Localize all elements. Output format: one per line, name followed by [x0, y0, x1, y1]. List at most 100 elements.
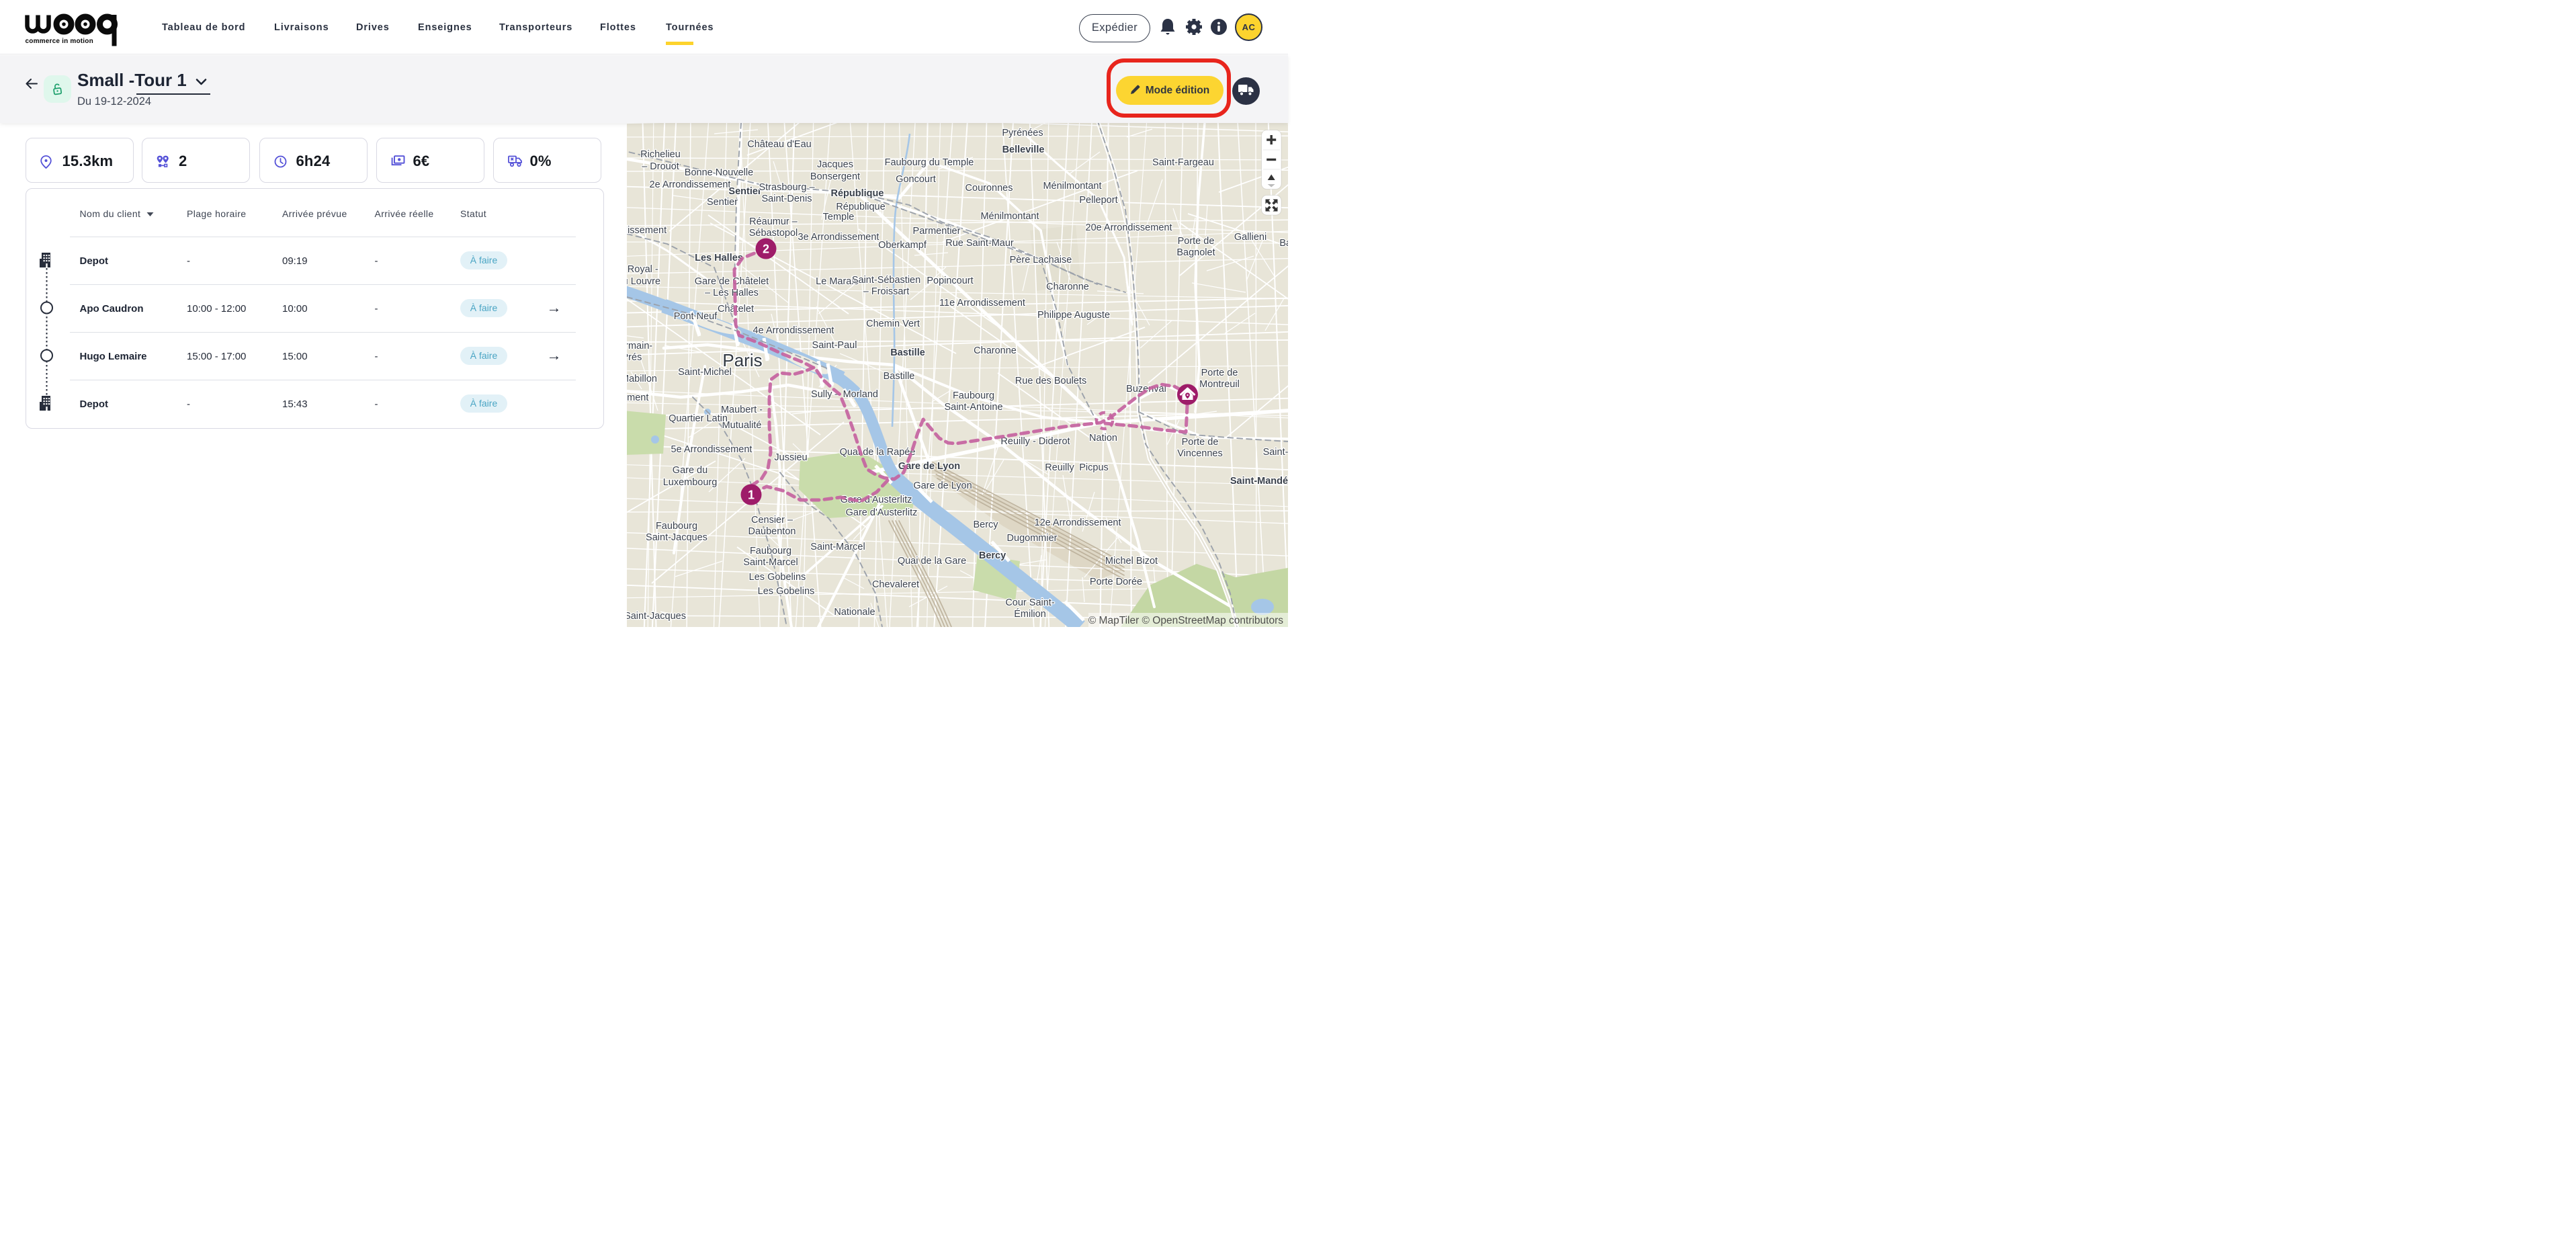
svg-text:Mabillon: Mabillon [627, 374, 657, 384]
svg-text:Saint-Marcel: Saint-Marcel [810, 542, 865, 552]
svg-text:Gallieni: Gallieni [1234, 232, 1266, 243]
svg-text:Porte de: Porte de [1201, 368, 1238, 378]
svg-text:Oberkampf: Oberkampf [878, 240, 927, 251]
svg-text:Montreuil: Montreuil [1199, 379, 1240, 390]
svg-text:Porte de: Porte de [1182, 437, 1219, 448]
svg-text:Saint-Paul: Saint-Paul [812, 340, 857, 351]
svg-text:Buzenval: Buzenval [1126, 384, 1166, 394]
svg-text:Mutualité: Mutualité [722, 420, 762, 431]
svg-text:Paris: Paris [722, 350, 762, 370]
svg-text:Chevaleret: Chevaleret [872, 579, 919, 590]
svg-text:Quai de la Gare: Quai de la Gare [898, 556, 966, 567]
svg-text:Sébastopol: Sébastopol [749, 228, 798, 239]
svg-text:Luxembourg: Luxembourg [663, 477, 718, 488]
svg-text:Les Gobelins: Les Gobelins [749, 572, 806, 583]
svg-text:Saint-Fargeau: Saint-Fargeau [1152, 157, 1214, 168]
svg-text:République: République [836, 202, 885, 212]
svg-text:Château d'Eau: Château d'Eau [747, 139, 811, 150]
svg-text:Rue des Boulets: Rue des Boulets [1015, 376, 1086, 386]
svg-text:Philippe Auguste: Philippe Auguste [1037, 310, 1110, 321]
svg-text:Gare de Lyon: Gare de Lyon [913, 480, 972, 491]
svg-text:11e Arrondissement: 11e Arrondissement [939, 298, 1025, 308]
svg-text:Ménilmontant: Ménilmontant [1043, 181, 1101, 192]
svg-text:Saint-Antoine: Saint-Antoine [944, 402, 1002, 413]
svg-text:Saint-Sébastien: Saint-Sébastien [852, 275, 920, 286]
svg-text:Saint-Mar: Saint-Mar [1263, 447, 1288, 458]
svg-text:Germain-: Germain- [627, 341, 652, 351]
svg-text:Pelleport: Pelleport [1079, 195, 1117, 206]
svg-text:Bastille: Bastille [884, 371, 915, 382]
svg-text:Les Halles: Les Halles [695, 253, 743, 263]
svg-text:Nation: Nation [1089, 433, 1117, 444]
svg-text:Pont Neuf: Pont Neuf [674, 311, 718, 322]
svg-text:Bercy: Bercy [979, 550, 1006, 561]
svg-text:Bastille: Bastille [890, 347, 925, 358]
svg-text:12e Arrondissement: 12e Arrondissement [1035, 517, 1121, 528]
svg-text:ssement: ssement [627, 392, 648, 403]
svg-text:Saint-Jacques: Saint-Jacques [627, 611, 686, 622]
svg-text:Quai de la Rapée: Quai de la Rapée [840, 447, 916, 458]
svg-text:Porte de: Porte de [1178, 236, 1215, 247]
svg-text:Nationale: Nationale [834, 607, 875, 618]
svg-text:Saint-Marcel: Saint-Marcel [743, 557, 798, 568]
svg-text:Saint-Denis: Saint-Denis [762, 194, 812, 204]
svg-text:Dugommier: Dugommier [1007, 533, 1058, 544]
svg-text:Bonne Nouvelle: Bonne Nouvelle [685, 167, 753, 178]
svg-text:3e Arrondissement: 3e Arrondissement [798, 232, 879, 243]
svg-text:Bagnolet: Bagnolet [1279, 238, 1288, 249]
svg-text:Reuilly: Reuilly [1045, 462, 1074, 473]
svg-text:Temple: Temple [823, 212, 855, 222]
svg-text:Faubourg: Faubourg [750, 546, 791, 556]
svg-text:Les Gobelins: Les Gobelins [758, 586, 815, 597]
svg-text:-Prés: -Prés [627, 352, 642, 363]
svg-text:20e Arrondissement: 20e Arrondissement [1086, 222, 1172, 233]
svg-text:1: 1 [748, 489, 755, 502]
svg-text:4e Arrondissement: 4e Arrondissement [753, 325, 834, 336]
svg-text:Popincourt: Popincourt [927, 276, 973, 286]
svg-text:Quartier Latin: Quartier Latin [669, 413, 728, 424]
svg-text:Gare du: Gare du [673, 465, 707, 476]
svg-text:Michel Bizot: Michel Bizot [1105, 556, 1158, 567]
svg-text:Saint-Jacques: Saint-Jacques [646, 532, 707, 543]
svg-text:Parmentier: Parmentier [913, 226, 961, 237]
svg-text:Picpus: Picpus [1079, 462, 1109, 473]
svg-text:Daubenton: Daubenton [748, 526, 796, 537]
svg-text:République: République [831, 188, 884, 199]
svg-text:2e Arrondissement: 2e Arrondissement [650, 179, 731, 190]
svg-text:Strasbourg –: Strasbourg – [759, 182, 815, 193]
svg-text:Palais Royal -: Palais Royal - [627, 264, 658, 275]
svg-text:Bagnolet: Bagnolet [1176, 247, 1215, 258]
svg-text:Richelieu: Richelieu [640, 149, 681, 160]
svg-text:Saint-Mandé: Saint-Mandé [1230, 476, 1288, 487]
svg-text:Jacques: Jacques [817, 159, 853, 170]
svg-text:Rue Saint-Maur: Rue Saint-Maur [945, 238, 1014, 249]
svg-text:Sully – Morland: Sully – Morland [811, 389, 878, 400]
svg-text:Faubourg du Temple: Faubourg du Temple [885, 157, 974, 168]
svg-text:Cour Saint-: Cour Saint- [1005, 597, 1055, 608]
svg-text:ondissement: ondissement [627, 225, 667, 236]
svg-text:– Drouot: – Drouot [642, 161, 679, 172]
svg-text:Sentier: Sentier [707, 197, 738, 208]
svg-text:Musée du Louvre: Musée du Louvre [627, 276, 660, 287]
svg-text:5e Arrondissement: 5e Arrondissement [671, 444, 753, 455]
svg-text:commerce in motion: commerce in motion [26, 38, 93, 45]
svg-text:Réaumur –: Réaumur – [749, 216, 798, 227]
svg-text:Père Lachaise: Père Lachaise [1010, 255, 1072, 265]
svg-text:Pyrénées: Pyrénées [1002, 128, 1043, 138]
svg-text:Gare d'Austerlitz: Gare d'Austerlitz [846, 507, 918, 518]
svg-text:Vincennes: Vincennes [1177, 448, 1222, 459]
svg-text:– Froissart: – Froissart [863, 286, 910, 297]
svg-text:Sentier: Sentier [728, 186, 762, 197]
svg-text:Couronnes: Couronnes [965, 183, 1013, 194]
svg-text:Goncourt: Goncourt [896, 174, 936, 185]
svg-text:Bonsergent: Bonsergent [810, 171, 860, 182]
svg-text:Faubourg: Faubourg [953, 390, 994, 401]
svg-text:Bercy: Bercy [973, 519, 998, 530]
svg-text:Émilion: Émilion [1014, 608, 1046, 620]
svg-text:– Les Halles: – Les Halles [705, 288, 759, 298]
svg-text:Porte Dorée: Porte Dorée [1090, 577, 1142, 587]
svg-text:© MapTiler © OpenStreetMap con: © MapTiler © OpenStreetMap contributors [1088, 615, 1283, 626]
svg-text:Censier –: Censier – [751, 515, 793, 526]
svg-text:Gare de Châtelet: Gare de Châtelet [695, 276, 769, 287]
svg-text:Charonne: Charonne [1046, 282, 1089, 292]
